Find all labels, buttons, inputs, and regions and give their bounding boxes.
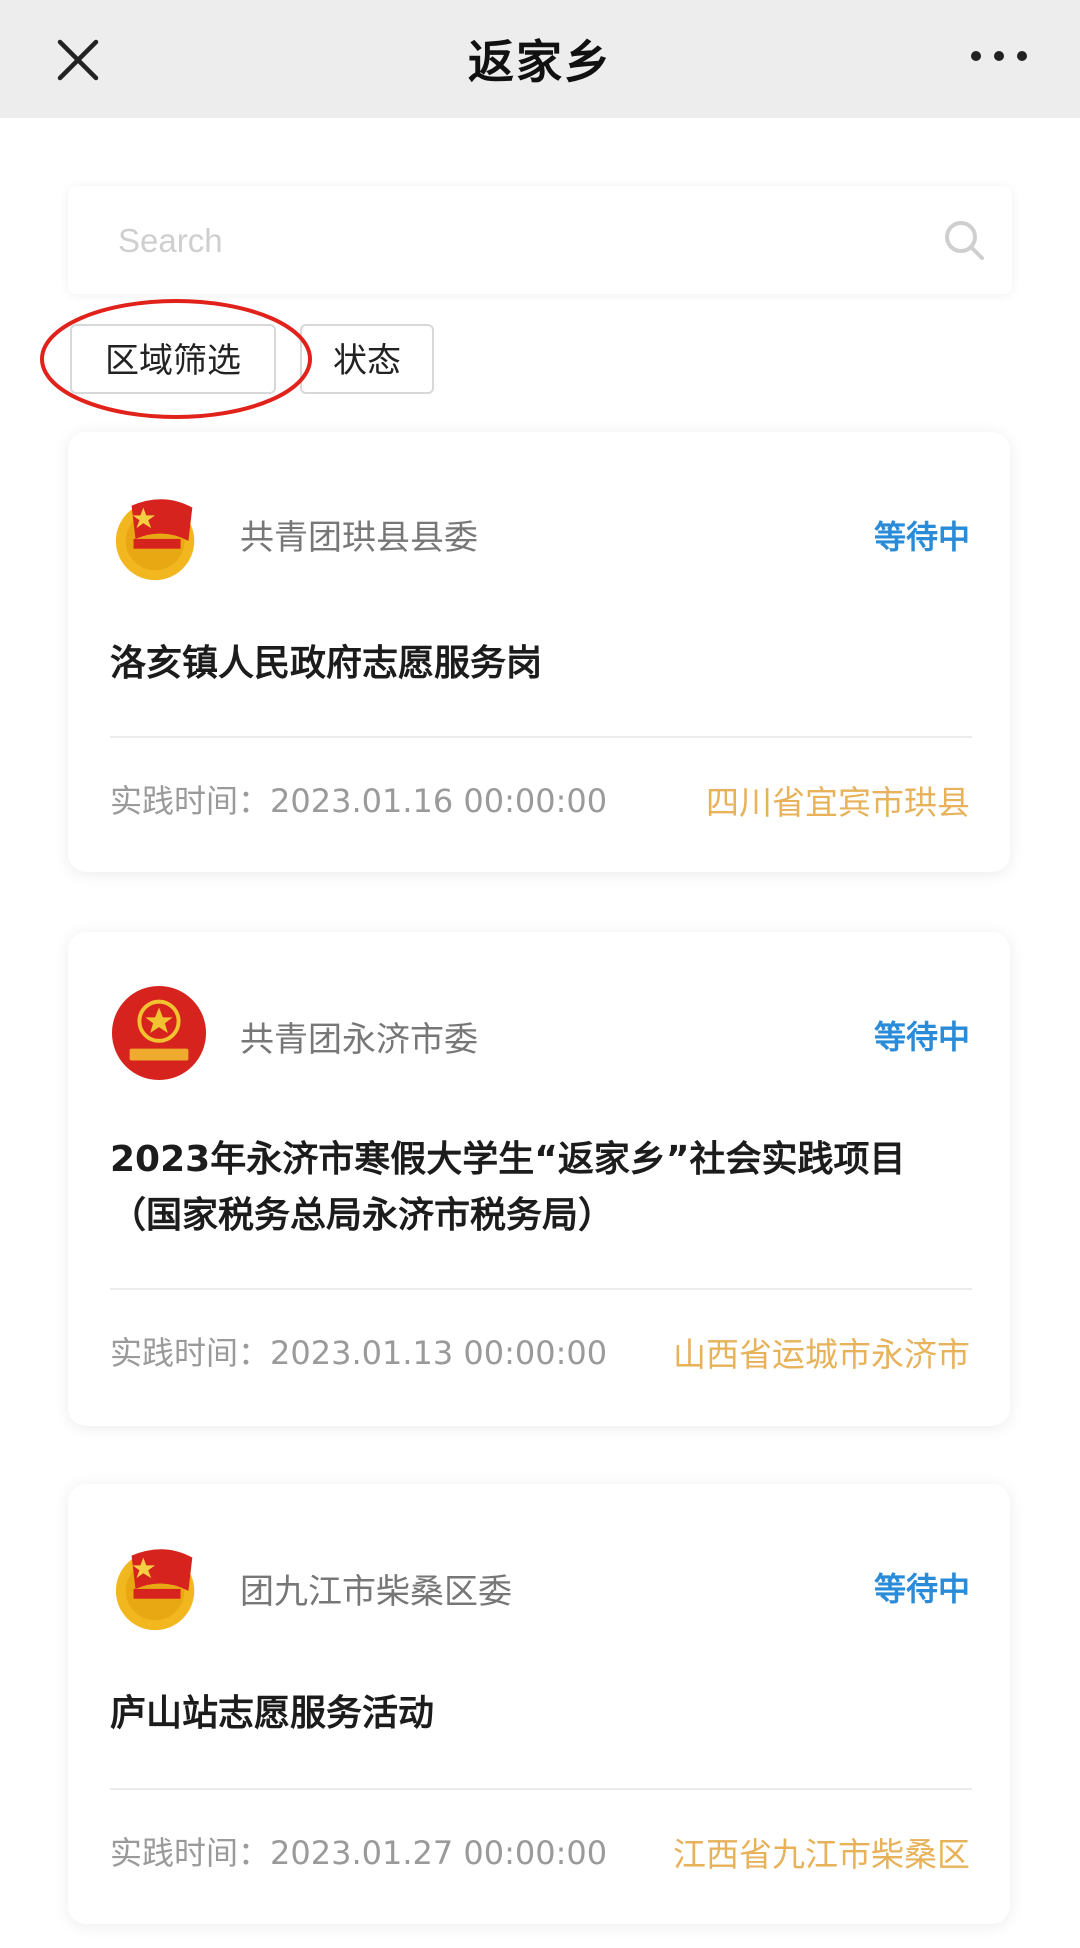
search-icon[interactable] (942, 218, 986, 262)
practice-time: 实践时间：2023.01.16 00:00:00 (110, 782, 608, 820)
project-card[interactable]: 团九江市柴桑区委 等待中 庐山站志愿服务活动 实践时间：2023.01.27 0… (68, 1484, 1010, 1924)
search-input[interactable] (116, 186, 940, 296)
project-title: 洛亥镇人民政府志愿服务岗 (110, 643, 543, 684)
youth-league-logo (115, 499, 195, 581)
divider (110, 736, 972, 738)
page-title: 返家乡 (468, 35, 612, 89)
practice-time: 实践时间：2023.01.27 00:00:00 (110, 1834, 608, 1872)
location-label: 山西省运城市永济市 (673, 1335, 970, 1374)
search-box (68, 186, 1012, 296)
status-label: 等待中 (873, 1570, 970, 1608)
project-title: 庐山站志愿服务活动 (110, 1693, 435, 1734)
org-name: 共青团永济市委 (240, 1020, 478, 1060)
divider (110, 1788, 972, 1790)
project-card[interactable]: 共青团珙县县委 等待中 洛亥镇人民政府志愿服务岗 实践时间：2023.01.16… (68, 432, 1010, 872)
location-label: 江西省九江市柴桑区 (673, 1835, 970, 1874)
status-label: 等待中 (873, 1018, 970, 1056)
project-title: 2023年永济市寒假大学生“返家乡”社会实践项目（国家税务总局永济市税务局） (110, 1139, 906, 1236)
status-label: 等待中 (873, 518, 970, 556)
more-dots-icon[interactable] (964, 34, 1034, 78)
org-name: 团九江市柴桑区委 (240, 1572, 512, 1612)
red-annotation-circle (40, 299, 312, 419)
status-filter-button[interactable]: 状态 (300, 324, 434, 394)
location-label: 四川省宜宾市珙县 (706, 783, 970, 822)
nav-bar: 返家乡 (0, 0, 1080, 118)
project-card[interactable]: 共青团永济市委 等待中 2023年永济市寒假大学生“返家乡”社会实践项目（国家税… (68, 932, 1010, 1426)
youth-league-logo (115, 1549, 195, 1631)
yongji-youth-logo (111, 985, 207, 1081)
practice-time: 实践时间：2023.01.13 00:00:00 (110, 1334, 608, 1372)
org-name: 共青团珙县县委 (240, 518, 478, 558)
divider (110, 1288, 972, 1290)
